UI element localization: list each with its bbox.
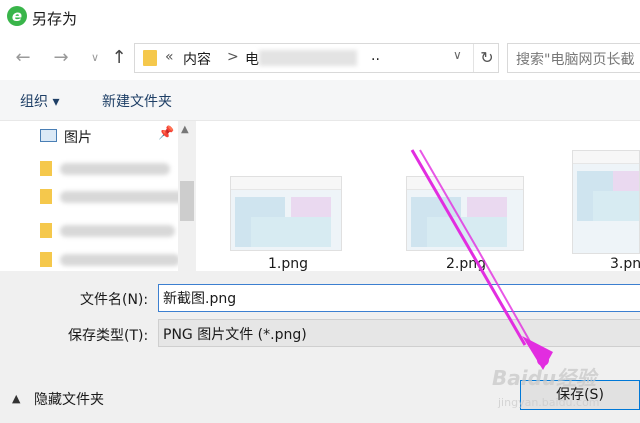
pin-icon[interactable]: 📌: [158, 126, 174, 141]
title-bar: [0, 0, 640, 36]
new-folder-button[interactable]: 新建文件夹: [102, 91, 172, 111]
app-icon: e: [7, 6, 27, 26]
breadcrumb-separator[interactable]: >: [227, 49, 239, 65]
hide-folders-button[interactable]: 隐藏文件夹: [34, 389, 104, 409]
pictures-icon: [40, 129, 57, 142]
back-arrow-icon[interactable]: ←: [12, 47, 34, 69]
sidebar-item-folder[interactable]: [40, 158, 195, 180]
search-placeholder[interactable]: 搜索"电脑网页长截: [516, 49, 634, 69]
filename-input[interactable]: 新截图.png: [158, 284, 640, 312]
recent-locations-dropdown-icon[interactable]: ∨: [84, 47, 106, 69]
watermark-logo: Baidu经验: [492, 366, 597, 390]
forward-arrow-icon[interactable]: →: [50, 47, 72, 69]
folder-icon: [40, 252, 52, 267]
scroll-up-icon[interactable]: ▲: [181, 124, 189, 135]
file-name[interactable]: 2.png: [446, 256, 486, 272]
sidebar-item-pictures[interactable]: 图片: [64, 127, 92, 147]
blurred-folder-name: [60, 225, 175, 237]
breadcrumb-current[interactable]: 电: [245, 49, 259, 69]
blurred-folder-name: [60, 191, 185, 203]
blurred-folder-name: [60, 163, 170, 175]
folder-icon: [40, 189, 52, 204]
file-name[interactable]: 3.png: [610, 256, 640, 272]
breadcrumb-ellipsis: ..: [371, 48, 380, 64]
file-name[interactable]: 1.png: [268, 256, 308, 272]
file-thumbnail[interactable]: [406, 176, 524, 251]
sidebar-item-folder[interactable]: [40, 249, 195, 271]
up-arrow-icon[interactable]: ↑: [108, 47, 130, 69]
sidebar-item-folder[interactable]: [40, 220, 195, 242]
folder-icon: [40, 223, 52, 238]
breadcrumb-content[interactable]: 内容: [183, 49, 211, 69]
file-type-label: 保存类型(T):: [68, 328, 149, 344]
folder-icon: [143, 50, 157, 66]
address-dropdown-icon[interactable]: ∨: [453, 48, 462, 62]
watermark-url: jingyan.baidu.com: [498, 396, 600, 409]
refresh-icon[interactable]: ↻: [473, 44, 500, 72]
file-type-select[interactable]: PNG 图片文件 (*.png): [158, 319, 640, 347]
search-box[interactable]: 搜索"电脑网页长截: [507, 43, 640, 73]
chevron-up-icon[interactable]: ▲: [12, 392, 20, 405]
folder-icon: [40, 161, 52, 176]
blurred-path: [259, 50, 357, 66]
address-bar[interactable]: « 内容 > 电 .. ∨ ↻: [134, 43, 499, 73]
scrollbar-thumb[interactable]: [180, 181, 194, 221]
command-toolbar: 组织 ▾ 新建文件夹: [0, 80, 640, 121]
breadcrumb-overflow[interactable]: «: [165, 49, 174, 65]
file-thumbnail[interactable]: [572, 150, 640, 254]
filename-label: 文件名(N):: [80, 292, 149, 308]
organize-menu-button[interactable]: 组织 ▾: [20, 91, 59, 111]
window-title: 另存为: [32, 10, 78, 28]
file-thumbnail[interactable]: [230, 176, 342, 251]
sidebar-item-folder[interactable]: [40, 186, 195, 208]
blurred-folder-name: [60, 254, 180, 266]
